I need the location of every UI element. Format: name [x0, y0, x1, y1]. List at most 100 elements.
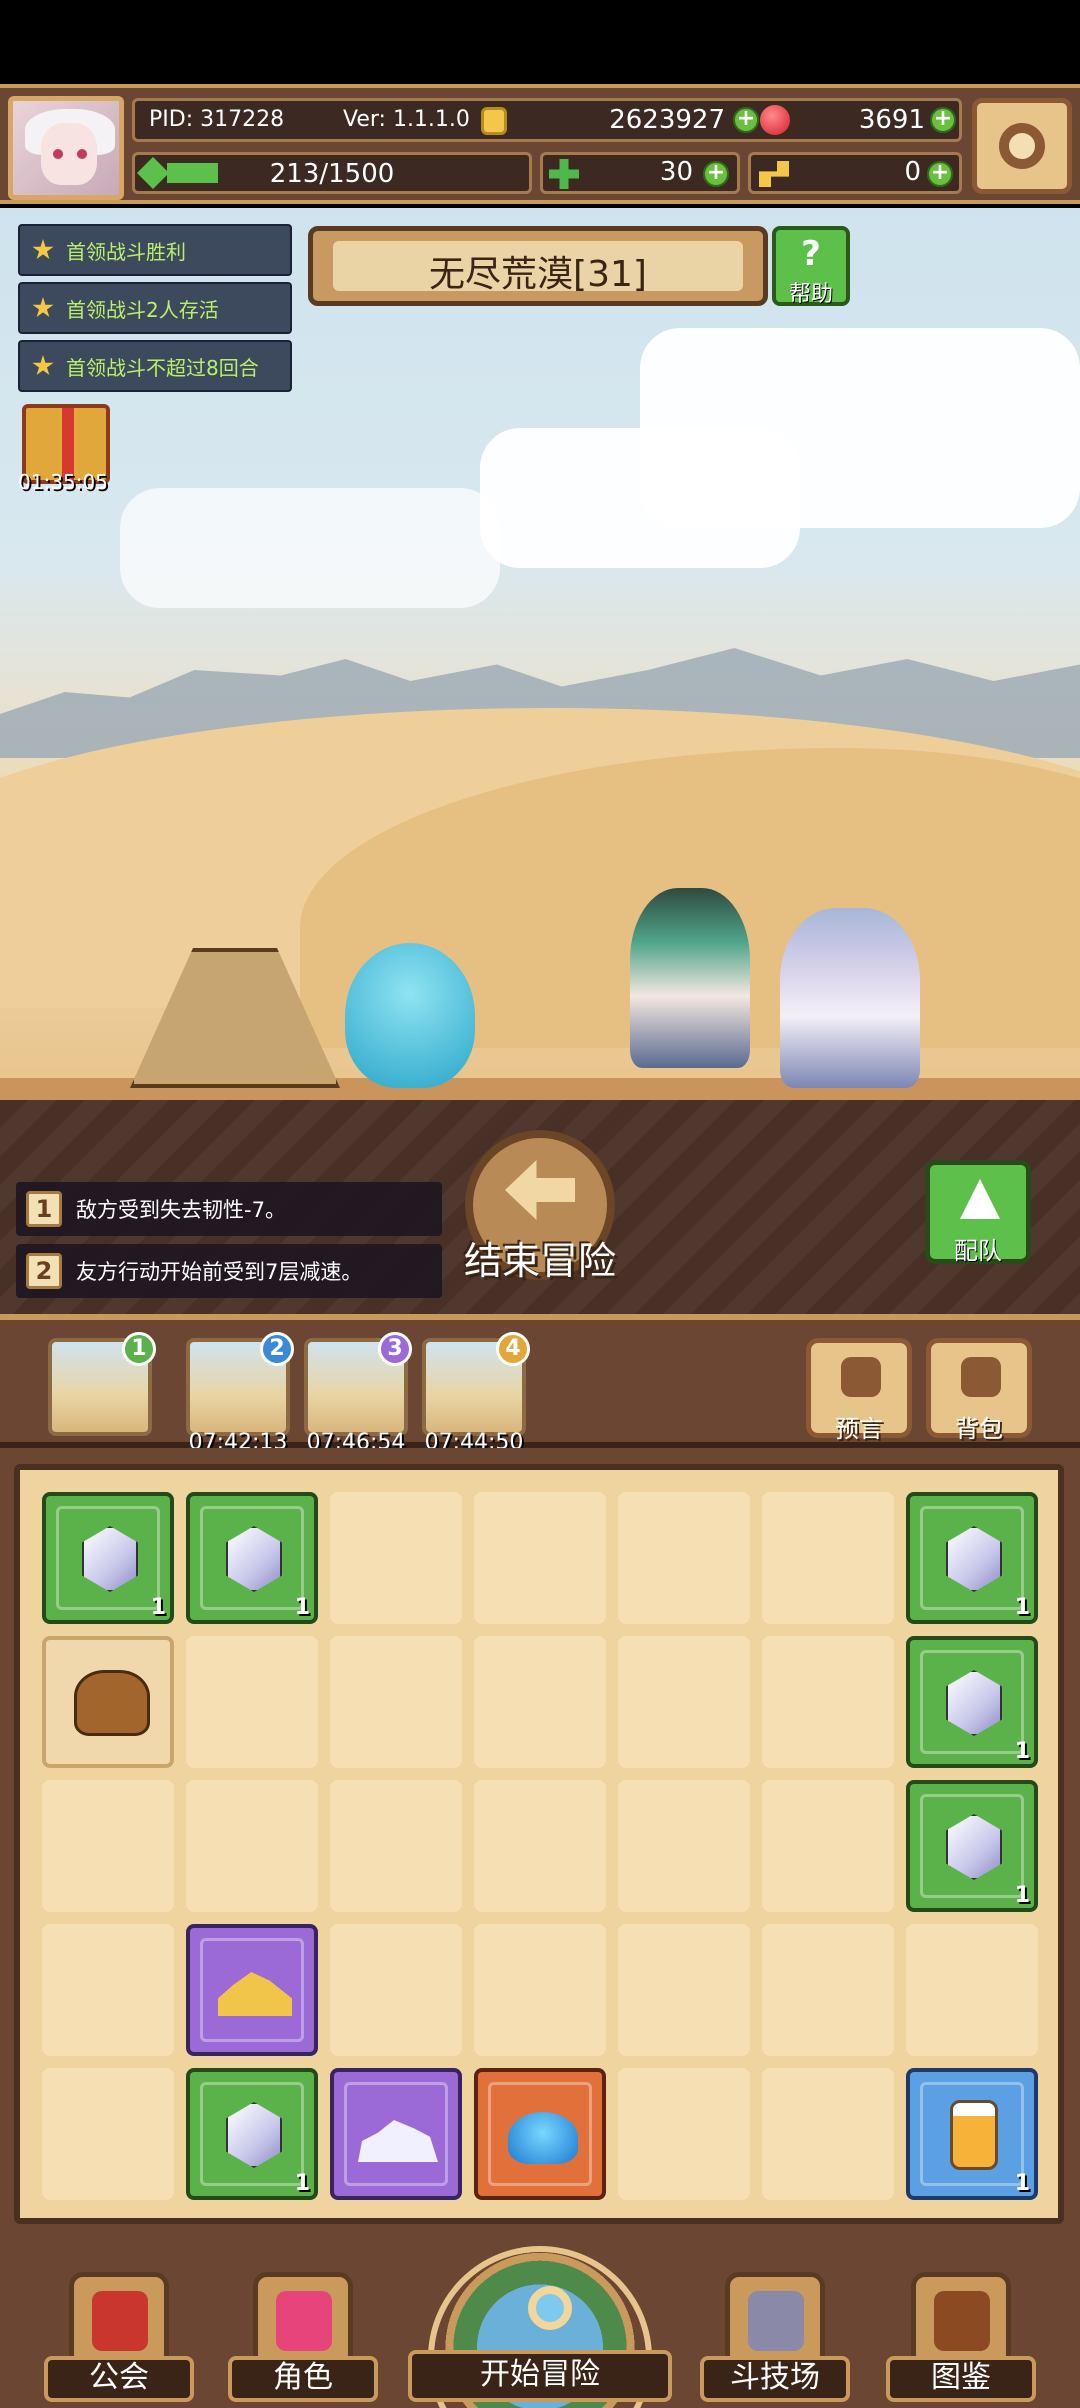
team-button[interactable]: 配队 — [925, 1160, 1031, 1265]
stage-slot[interactable]: 4 — [422, 1332, 530, 1436]
inventory-cell[interactable] — [618, 1636, 750, 1768]
item-quantity: 1 — [150, 1595, 166, 1620]
effect-number: 2 — [26, 1253, 62, 1289]
inventory-cell[interactable] — [330, 1780, 462, 1912]
character-portrait-icon — [276, 2291, 332, 2351]
settings-button[interactable] — [972, 98, 1072, 194]
team-label: 配队 — [954, 1237, 1002, 1265]
team-icon — [960, 1179, 1000, 1219]
add-gold-button[interactable]: + — [733, 107, 759, 133]
start-adventure-label: 开始冒险 — [408, 2350, 672, 2402]
question-mark-icon: ? — [801, 234, 821, 274]
inventory-cell[interactable] — [474, 1636, 606, 1768]
inventory-item-potion-jar[interactable]: 1 — [906, 2068, 1038, 2200]
end-adventure-label: 结束冒险 — [463, 1239, 616, 1283]
inventory-item-white-crystal[interactable]: 1 — [906, 1636, 1038, 1768]
blue-slime-enemy — [345, 943, 475, 1088]
codex-icon — [911, 2272, 1011, 2368]
start-adventure-button[interactable]: 开始冒险 — [398, 2246, 682, 2408]
inventory-panel: 1 1 1 1 1 1 1 — [0, 1448, 1080, 2246]
inventory-cell[interactable] — [618, 1780, 750, 1912]
inventory-cell[interactable] — [618, 1924, 750, 2056]
clover-icon — [549, 159, 579, 189]
effect-text: 友方行动开始前受到7层减速。 — [76, 1260, 363, 1284]
inventory-cell[interactable] — [762, 1780, 894, 1912]
inventory-cell[interactable] — [906, 1924, 1038, 2056]
inventory-cell[interactable] — [474, 1780, 606, 1912]
add-gems-button[interactable]: + — [930, 107, 956, 133]
nav-arena-label: 斗技场 — [700, 2356, 850, 2402]
nav-codex-button[interactable]: 图鉴 — [886, 2260, 1036, 2406]
slot-number-badge: 3 — [378, 1332, 412, 1366]
stage-banner: 无尽荒漠[31] — [308, 226, 768, 306]
inventory-cell[interactable] — [618, 1492, 750, 1624]
gift-timer: 01:35:05 — [18, 470, 108, 494]
stage-title: 无尽荒漠[31] — [429, 254, 647, 295]
gear-icon — [999, 123, 1045, 169]
key-icon — [759, 161, 789, 187]
inventory-item-silver-pile[interactable] — [330, 2068, 462, 2200]
inventory-cell[interactable] — [330, 1492, 462, 1624]
effect-item: 2 友方行动开始前受到7层减速。 — [16, 1244, 442, 1298]
star-icon — [32, 297, 54, 318]
inventory-cell[interactable] — [42, 1924, 174, 2056]
prophecy-label: 预言 — [835, 1415, 883, 1443]
inventory-item-cooking-pot[interactable] — [42, 1636, 174, 1768]
clover-counter: 30 + — [540, 152, 740, 194]
backpack-button[interactable]: 背包 — [926, 1338, 1032, 1443]
inventory-cell[interactable] — [330, 1924, 462, 2056]
nav-guild-label: 公会 — [44, 2356, 194, 2402]
potion-jar-icon — [950, 2100, 998, 2170]
gold-amount: 2623927 — [609, 105, 725, 135]
inventory-cell[interactable] — [186, 1636, 318, 1768]
inventory-item-white-crystal[interactable]: 1 — [42, 1492, 174, 1624]
inventory-cell[interactable] — [42, 2068, 174, 2200]
quest-item: 首领战斗2人存活 — [18, 282, 292, 334]
gem-amount: 3691 — [858, 105, 925, 135]
inventory-cell[interactable] — [762, 1492, 894, 1624]
add-keys-button[interactable]: + — [927, 161, 953, 187]
stage-slot[interactable]: 3 — [304, 1332, 412, 1436]
quest-item: 首领战斗不超过8回合 — [18, 340, 292, 392]
inventory-item-gold-pile[interactable] — [186, 1924, 318, 2056]
stage-slot[interactable]: 1 — [48, 1332, 156, 1436]
slot-number-badge: 4 — [496, 1332, 530, 1366]
backpack-icon — [961, 1357, 1001, 1397]
inventory-item-white-crystal[interactable]: 1 — [906, 1492, 1038, 1624]
nav-arena-button[interactable]: 斗技场 — [700, 2260, 850, 2406]
status-bar-area — [0, 0, 1080, 84]
inventory-item-white-crystal[interactable]: 1 — [186, 1492, 318, 1624]
crossed-swords-icon — [748, 2291, 804, 2351]
inventory-cell[interactable] — [186, 1780, 318, 1912]
inventory-item-white-crystal[interactable]: 1 — [186, 2068, 318, 2200]
inventory-item-blue-slime[interactable] — [474, 2068, 606, 2200]
stage-slot[interactable]: 2 — [186, 1332, 294, 1436]
inventory-cell[interactable] — [618, 2068, 750, 2200]
slot-number-badge: 2 — [260, 1332, 294, 1366]
arena-icon — [725, 2272, 825, 2368]
nav-character-label: 角色 — [228, 2356, 378, 2402]
end-adventure-button[interactable]: 结束冒险 — [455, 1130, 625, 1283]
stage-slot-bar: 1 2 07:42:13 3 07:46:54 4 07:44:50 预言 背包 — [0, 1314, 1080, 1455]
item-quantity: 1 — [1014, 1595, 1030, 1620]
inventory-item-white-crystal[interactable]: 1 — [906, 1780, 1038, 1912]
nav-character-button[interactable]: 角色 — [228, 2260, 378, 2406]
inventory-cell[interactable] — [762, 1924, 894, 2056]
item-quantity: 1 — [1014, 2171, 1030, 2196]
add-clover-button[interactable]: + — [703, 161, 729, 187]
inventory-cell[interactable] — [330, 1636, 462, 1768]
item-quantity: 1 — [294, 2171, 310, 2196]
prophecy-button[interactable]: 预言 — [806, 1338, 912, 1443]
inventory-cell[interactable] — [42, 1780, 174, 1912]
inventory-cell[interactable] — [474, 1492, 606, 1624]
inventory-cell[interactable] — [762, 1636, 894, 1768]
item-quantity: 1 — [294, 1595, 310, 1620]
scroll-icon — [841, 1357, 881, 1397]
nav-guild-button[interactable]: 公会 — [44, 2260, 194, 2406]
quest-text: 首领战斗胜利 — [66, 239, 186, 264]
star-icon — [32, 239, 54, 260]
player-avatar[interactable] — [8, 96, 124, 200]
help-button[interactable]: ? 帮助 — [772, 226, 850, 307]
inventory-cell[interactable] — [474, 1924, 606, 2056]
inventory-cell[interactable] — [762, 2068, 894, 2200]
